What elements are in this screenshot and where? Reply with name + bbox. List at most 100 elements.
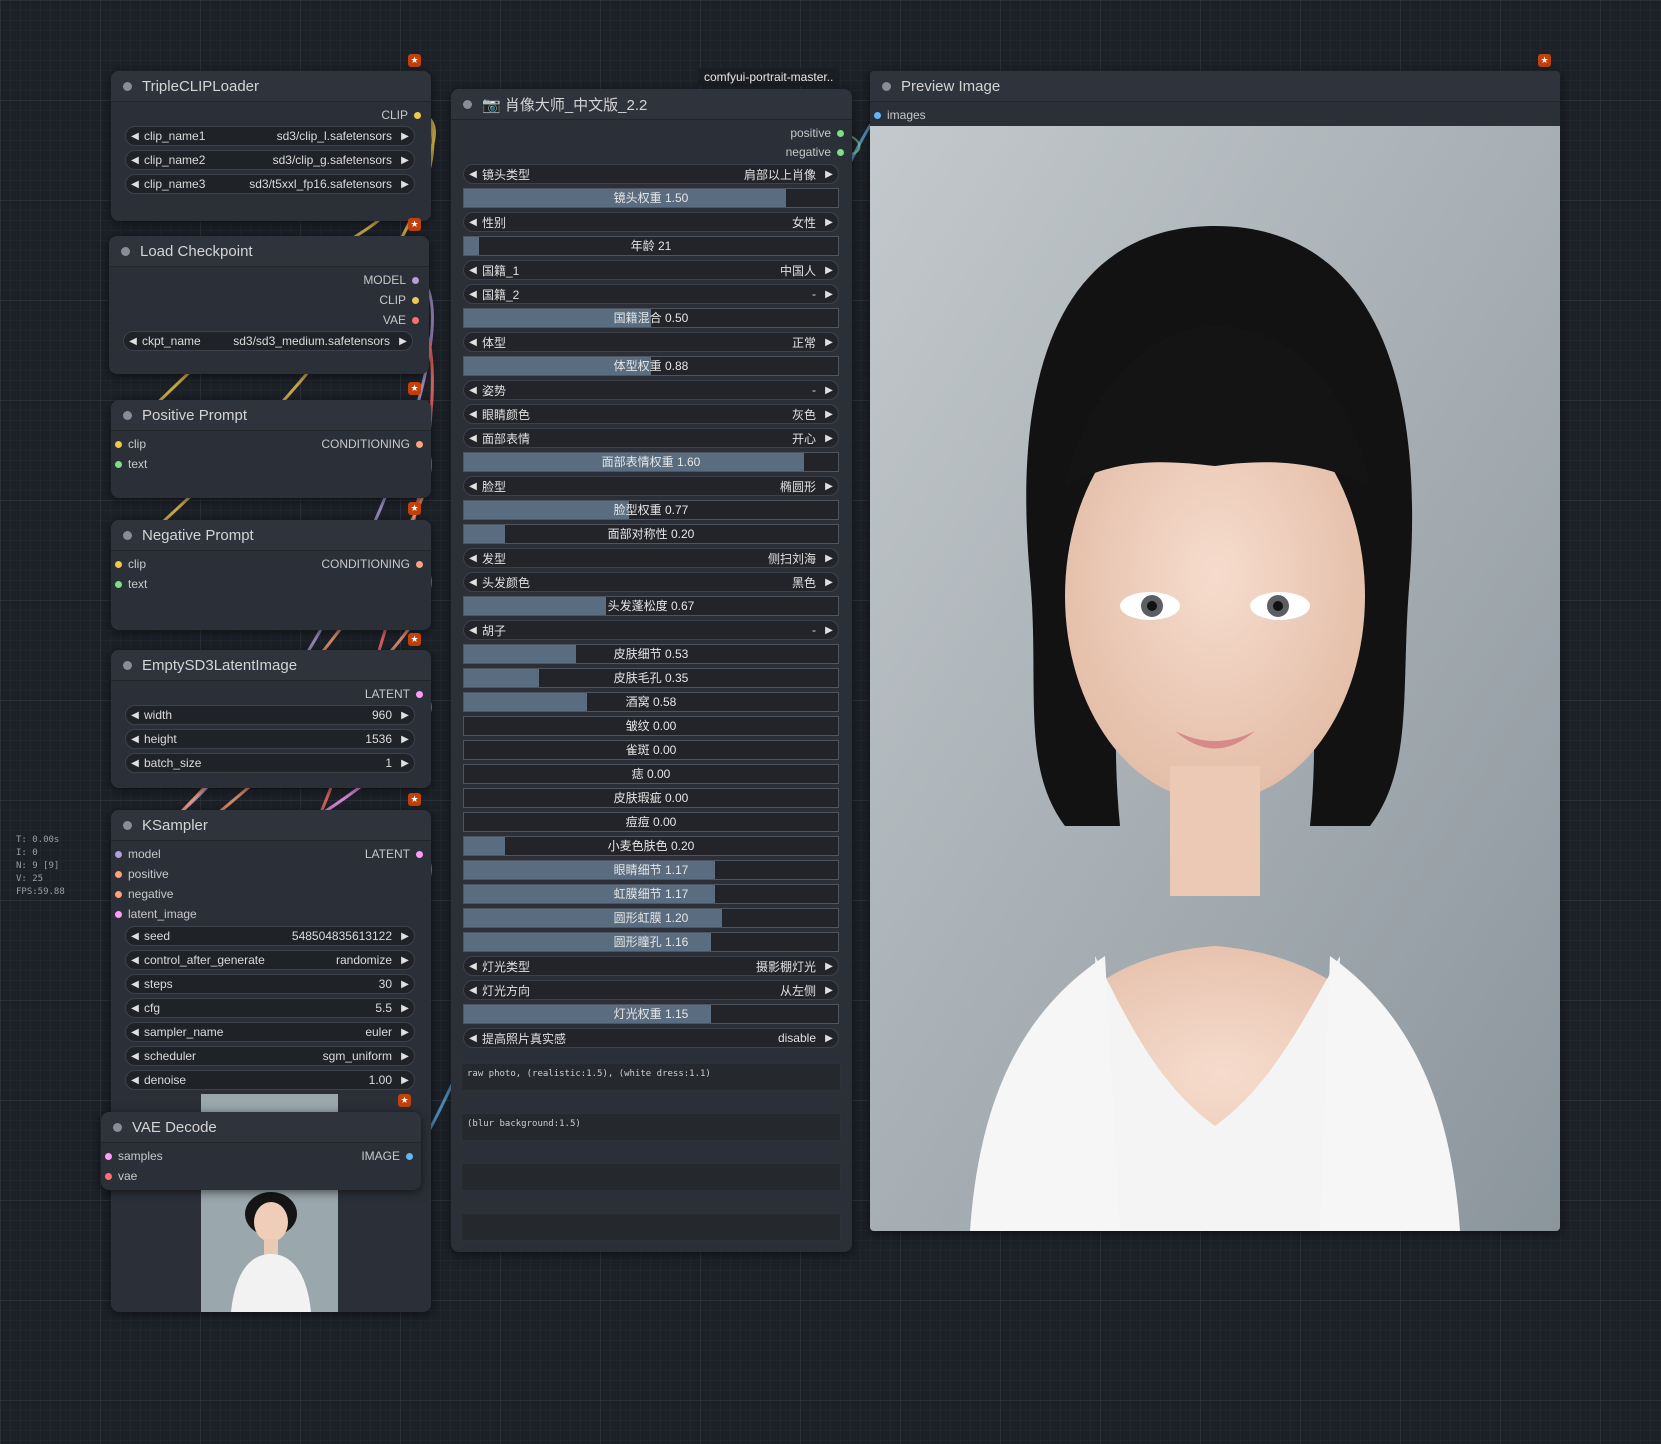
portrait-combo[interactable]: ◀ 胡子 - ▶	[463, 620, 839, 640]
left-arrow-icon[interactable]: ◀	[126, 179, 144, 190]
node-header[interactable]: 📷 肖像大师_中文版_2.2	[451, 89, 852, 120]
left-arrow-icon[interactable]: ◀	[464, 265, 482, 276]
left-arrow-icon[interactable]: ◀	[464, 577, 482, 588]
portrait-combo[interactable]: ◀ 提高照片真实感 disable ▶	[463, 1028, 839, 1048]
empty-textarea[interactable]	[461, 1163, 841, 1191]
portrait-slider[interactable]: 体型权重 0.88	[463, 356, 839, 376]
left-arrow-icon[interactable]: ◀	[126, 1051, 144, 1062]
empty-sd3-latent-node[interactable]: EmptySD3LatentImage LATENT ◀ width 960 ▶ ◀ h…	[111, 650, 431, 788]
port-icon[interactable]	[412, 316, 419, 324]
left-arrow-icon[interactable]: ◀	[126, 955, 144, 966]
empty-textarea[interactable]	[461, 1213, 841, 1241]
portrait-combo[interactable]: ◀ 发型 侧扫刘海 ▶	[463, 548, 839, 568]
left-arrow-icon[interactable]: ◀	[464, 985, 482, 996]
preview-image-node[interactable]: Preview Image images	[870, 71, 1560, 1231]
collapse-dot-icon[interactable]	[121, 246, 130, 256]
output-slot-conditioning[interactable]: CONDITIONING	[321, 437, 423, 451]
left-arrow-icon[interactable]: ◀	[464, 217, 482, 228]
right-arrow-icon[interactable]: ▶	[820, 289, 838, 300]
port-icon[interactable]	[837, 148, 844, 156]
port-icon[interactable]	[115, 440, 122, 448]
input-slot-images[interactable]: images	[874, 108, 926, 122]
control-after-generate-widget[interactable]: ◀ control_after_generate randomize ▶	[125, 950, 415, 970]
right-arrow-icon[interactable]: ▶	[396, 979, 414, 990]
clip-name1-widget[interactable]: ◀ clip_name1 sd3/clip_l.safetensors ▶	[125, 126, 415, 146]
ksampler-node[interactable]: KSampler model positive negative latent_…	[111, 810, 431, 1312]
port-icon[interactable]	[874, 111, 881, 119]
right-arrow-icon[interactable]: ▶	[396, 931, 414, 942]
preview-image[interactable]	[870, 126, 1560, 1231]
right-arrow-icon[interactable]: ▶	[396, 1051, 414, 1062]
right-arrow-icon[interactable]: ▶	[820, 481, 838, 492]
collapse-dot-icon[interactable]	[123, 81, 132, 91]
right-arrow-icon[interactable]: ▶	[820, 409, 838, 420]
left-arrow-icon[interactable]: ◀	[464, 337, 482, 348]
output-slot-negative[interactable]: negative	[786, 145, 844, 159]
portrait-slider[interactable]: 酒窝 0.58	[463, 692, 839, 712]
portrait-slider[interactable]: 国籍混合 0.50	[463, 308, 839, 328]
node-header[interactable]: VAE Decode	[101, 1112, 421, 1143]
port-icon[interactable]	[115, 850, 122, 858]
portrait-combo[interactable]: ◀ 国籍_2 - ▶	[463, 284, 839, 304]
left-arrow-icon[interactable]: ◀	[464, 961, 482, 972]
port-icon[interactable]	[416, 850, 423, 858]
output-slot-latent[interactable]: LATENT	[365, 687, 423, 701]
portrait-slider[interactable]: 头发蓬松度 0.67	[463, 596, 839, 616]
collapse-dot-icon[interactable]	[113, 1122, 122, 1132]
portrait-slider[interactable]: 皮肤瑕疵 0.00	[463, 788, 839, 808]
portrait-slider[interactable]: 皮肤细节 0.53	[463, 644, 839, 664]
input-slot-clip[interactable]: clip	[115, 557, 146, 571]
denoise-widget[interactable]: ◀ denoise 1.00 ▶	[125, 1070, 415, 1090]
port-icon[interactable]	[412, 296, 419, 304]
right-arrow-icon[interactable]: ▶	[820, 625, 838, 636]
port-icon[interactable]	[416, 690, 423, 698]
portrait-slider[interactable]: 皱纹 0.00	[463, 716, 839, 736]
right-arrow-icon[interactable]: ▶	[396, 758, 414, 769]
portrait-slider[interactable]: 镜头权重 1.50	[463, 188, 839, 208]
portrait-slider[interactable]: 面部对称性 0.20	[463, 524, 839, 544]
right-arrow-icon[interactable]: ▶	[396, 131, 414, 142]
clip-name2-widget[interactable]: ◀ clip_name2 sd3/clip_g.safetensors ▶	[125, 150, 415, 170]
portrait-slider[interactable]: 脸型权重 0.77	[463, 500, 839, 520]
right-arrow-icon[interactable]: ▶	[820, 961, 838, 972]
left-arrow-icon[interactable]: ◀	[126, 710, 144, 721]
port-icon[interactable]	[115, 560, 122, 568]
output-slot-clip[interactable]: CLIP	[379, 293, 419, 307]
portrait-slider[interactable]: 灯光权重 1.15	[463, 1004, 839, 1024]
collapse-dot-icon[interactable]	[463, 99, 472, 109]
input-slot-vae[interactable]: vae	[105, 1169, 137, 1183]
width-widget[interactable]: ◀ width 960 ▶	[125, 705, 415, 725]
left-arrow-icon[interactable]: ◀	[126, 979, 144, 990]
right-arrow-icon[interactable]: ▶	[820, 985, 838, 996]
node-header[interactable]: EmptySD3LatentImage	[111, 650, 431, 681]
collapse-dot-icon[interactable]	[882, 81, 891, 91]
seed-widget[interactable]: ◀ seed 548504835613122 ▶	[125, 926, 415, 946]
output-slot-latent[interactable]: LATENT	[365, 847, 423, 861]
left-arrow-icon[interactable]: ◀	[124, 336, 142, 347]
port-icon[interactable]	[414, 111, 421, 119]
node-header[interactable]: Positive Prompt	[111, 400, 431, 431]
right-arrow-icon[interactable]: ▶	[820, 1033, 838, 1044]
steps-widget[interactable]: ◀ steps 30 ▶	[125, 974, 415, 994]
port-icon[interactable]	[115, 910, 122, 918]
port-icon[interactable]	[115, 890, 122, 898]
output-slot-vae[interactable]: VAE	[383, 313, 419, 327]
left-arrow-icon[interactable]: ◀	[464, 289, 482, 300]
port-icon[interactable]	[416, 440, 423, 448]
port-icon[interactable]	[416, 560, 423, 568]
input-slot-negative[interactable]: negative	[115, 887, 173, 901]
port-icon[interactable]	[406, 1152, 413, 1160]
collapse-dot-icon[interactable]	[123, 820, 132, 830]
right-arrow-icon[interactable]: ▶	[820, 553, 838, 564]
port-icon[interactable]	[105, 1152, 112, 1160]
left-arrow-icon[interactable]: ◀	[126, 1003, 144, 1014]
right-arrow-icon[interactable]: ▶	[820, 385, 838, 396]
input-slot-model[interactable]: model	[115, 847, 161, 861]
portrait-combo[interactable]: ◀ 灯光类型 摄影棚灯光 ▶	[463, 956, 839, 976]
left-arrow-icon[interactable]: ◀	[126, 931, 144, 942]
output-slot-image[interactable]: IMAGE	[361, 1149, 413, 1163]
left-arrow-icon[interactable]: ◀	[464, 481, 482, 492]
portrait-slider[interactable]: 圆形瞳孔 1.16	[463, 932, 839, 952]
right-arrow-icon[interactable]: ▶	[394, 336, 412, 347]
positive-prompt-node[interactable]: Positive Prompt clip text CONDITIONING	[111, 400, 431, 498]
